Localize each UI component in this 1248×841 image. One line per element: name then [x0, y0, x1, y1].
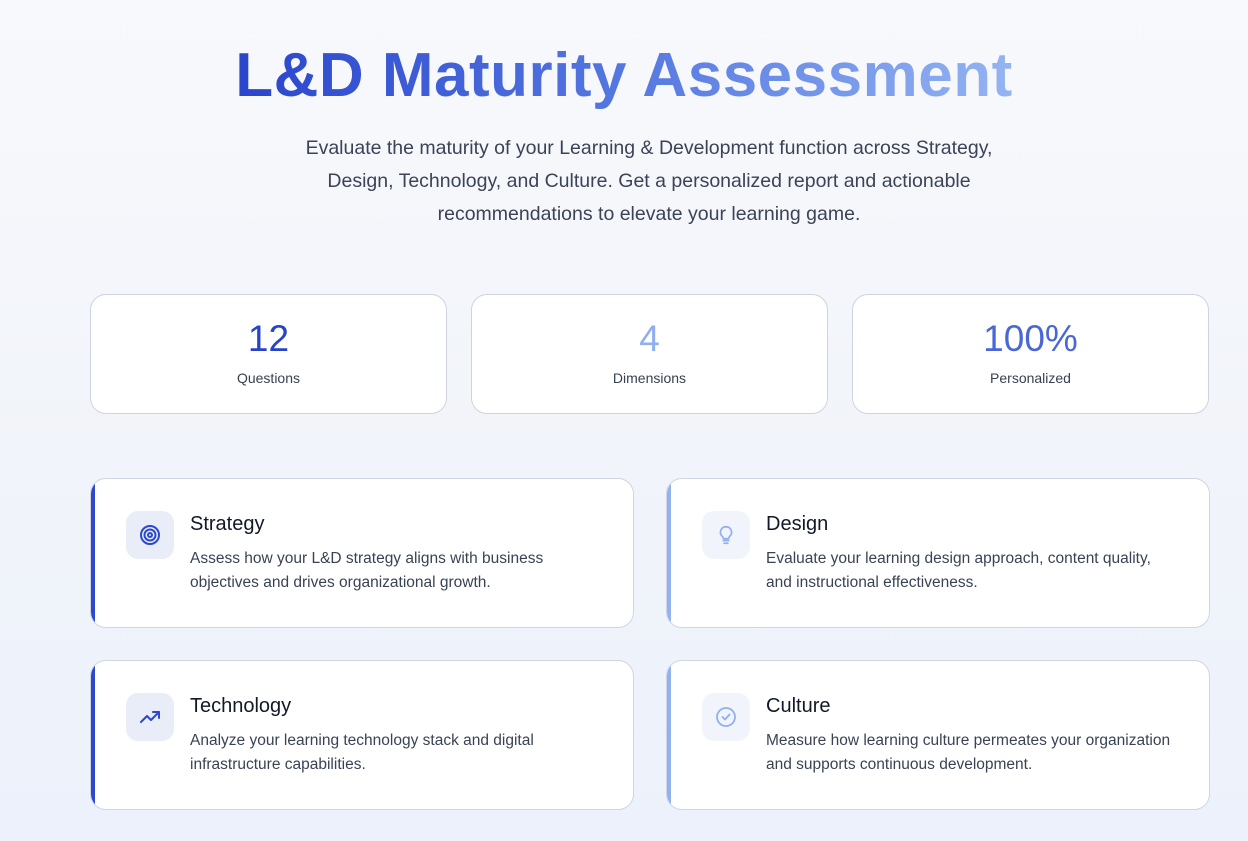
card-accent-bar	[667, 479, 671, 627]
stat-value: 12	[247, 318, 290, 359]
dimension-title: Design	[766, 513, 829, 535]
page-subtitle: Evaluate the maturity of your Learning &…	[305, 137, 993, 225]
dimension-card-technology[interactable]: Technology Analyze your learning technol…	[90, 660, 634, 810]
card-accent-bar	[91, 661, 95, 809]
dimension-description: Assess how your L&D strategy aligns with…	[190, 550, 544, 591]
target-icon	[126, 511, 174, 559]
stat-card-questions: 12 Questions	[90, 294, 447, 414]
dimension-description: Measure how learning culture permeates y…	[766, 732, 1171, 773]
card-accent-bar	[667, 661, 671, 809]
stat-card-dimensions: 4 Dimensions	[471, 294, 828, 414]
check-circle-icon	[702, 693, 750, 741]
stat-value: 4	[639, 318, 660, 359]
dimension-title: Strategy	[190, 513, 265, 535]
dimension-description: Analyze your learning technology stack a…	[190, 732, 534, 773]
stat-card-personalized: 100% Personalized	[852, 294, 1209, 414]
dimension-card-culture[interactable]: Culture Measure how learning culture per…	[666, 660, 1210, 810]
trending-up-icon	[126, 693, 174, 741]
dimension-card-design[interactable]: Design Evaluate your learning design app…	[666, 478, 1210, 628]
stat-label: Questions	[236, 370, 301, 386]
dimension-title: Culture	[766, 695, 831, 717]
dimension-title: Technology	[190, 695, 292, 717]
stat-value: 100%	[983, 318, 1078, 359]
page-title: L&D Maturity Assessment	[235, 41, 1013, 110]
stat-label: Personalized	[990, 370, 1071, 386]
dimension-description: Evaluate your learning design approach, …	[766, 550, 1151, 591]
card-accent-bar	[91, 479, 95, 627]
dimension-card-strategy[interactable]: Strategy Assess how your L&D strategy al…	[90, 478, 634, 628]
lightbulb-icon	[702, 511, 750, 559]
stat-label: Dimensions	[612, 370, 687, 386]
